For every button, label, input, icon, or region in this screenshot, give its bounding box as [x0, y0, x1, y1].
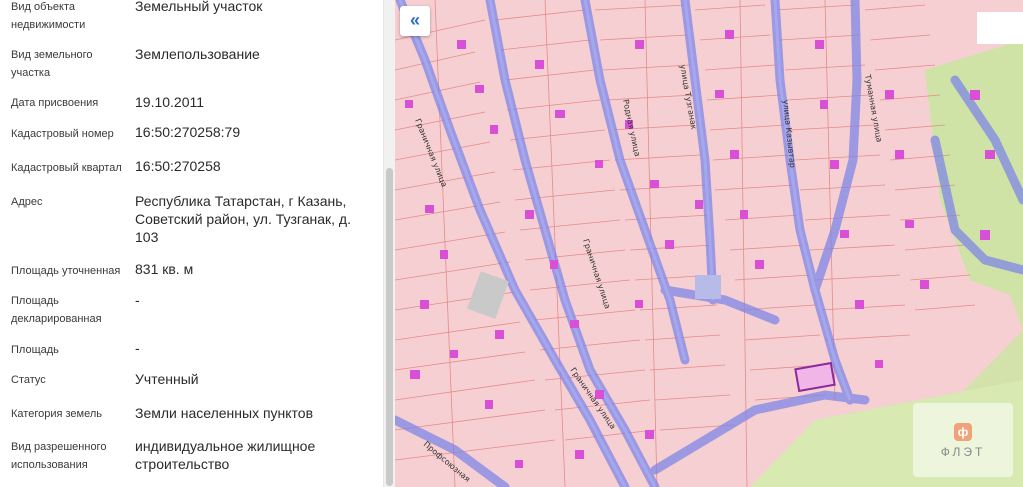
- info-label: Кадастровый квартал: [11, 162, 122, 174]
- info-value: Землепользование: [135, 46, 260, 62]
- info-label: Вид разрешенного использования: [11, 441, 107, 471]
- info-label: Категория земель: [11, 408, 102, 420]
- logo-icon: ф: [954, 423, 972, 441]
- info-value: -: [135, 340, 140, 356]
- scrollbar-thumb[interactable]: [386, 168, 393, 486]
- cadastral-map[interactable]: Граничная улица Граничная улица Гранична…: [395, 0, 1023, 487]
- flat-logo: ф ФЛЭТ: [913, 403, 1013, 477]
- info-value: Республика Татарстан, г Казань, Советски…: [135, 193, 351, 245]
- info-value: 831 кв. м: [135, 261, 194, 277]
- logo-text: ФЛЭТ: [940, 445, 986, 459]
- info-label: Вид земельного участка: [11, 49, 93, 79]
- info-label: Площадь: [11, 344, 59, 356]
- info-panel: Вид объекта недвижимости Земельный участ…: [0, 0, 383, 487]
- info-label: Вид объекта недвижимости: [11, 1, 86, 31]
- info-label: Дата присвоения: [11, 97, 99, 109]
- info-label: Адрес: [11, 196, 43, 208]
- info-value: -: [135, 292, 140, 308]
- info-label: Статус: [11, 374, 46, 386]
- info-value: Учтенный: [135, 371, 199, 387]
- info-label: Кадастровый номер: [11, 128, 114, 140]
- info-value: Земельный участок: [135, 0, 263, 14]
- info-value: Земли населенных пунктов: [135, 405, 314, 421]
- info-value: 19.10.2011: [135, 94, 205, 110]
- info-label: Площадь декларированная: [11, 295, 102, 325]
- info-label: Площадь уточненная: [11, 265, 121, 277]
- map-control-box[interactable]: [977, 12, 1023, 44]
- info-value: индивидуальное жилищное строительство: [135, 438, 316, 472]
- info-value: 16:50:270258: [135, 158, 221, 174]
- info-value: 16:50:270258:79: [135, 124, 241, 140]
- collapse-panel-button[interactable]: «: [400, 6, 430, 36]
